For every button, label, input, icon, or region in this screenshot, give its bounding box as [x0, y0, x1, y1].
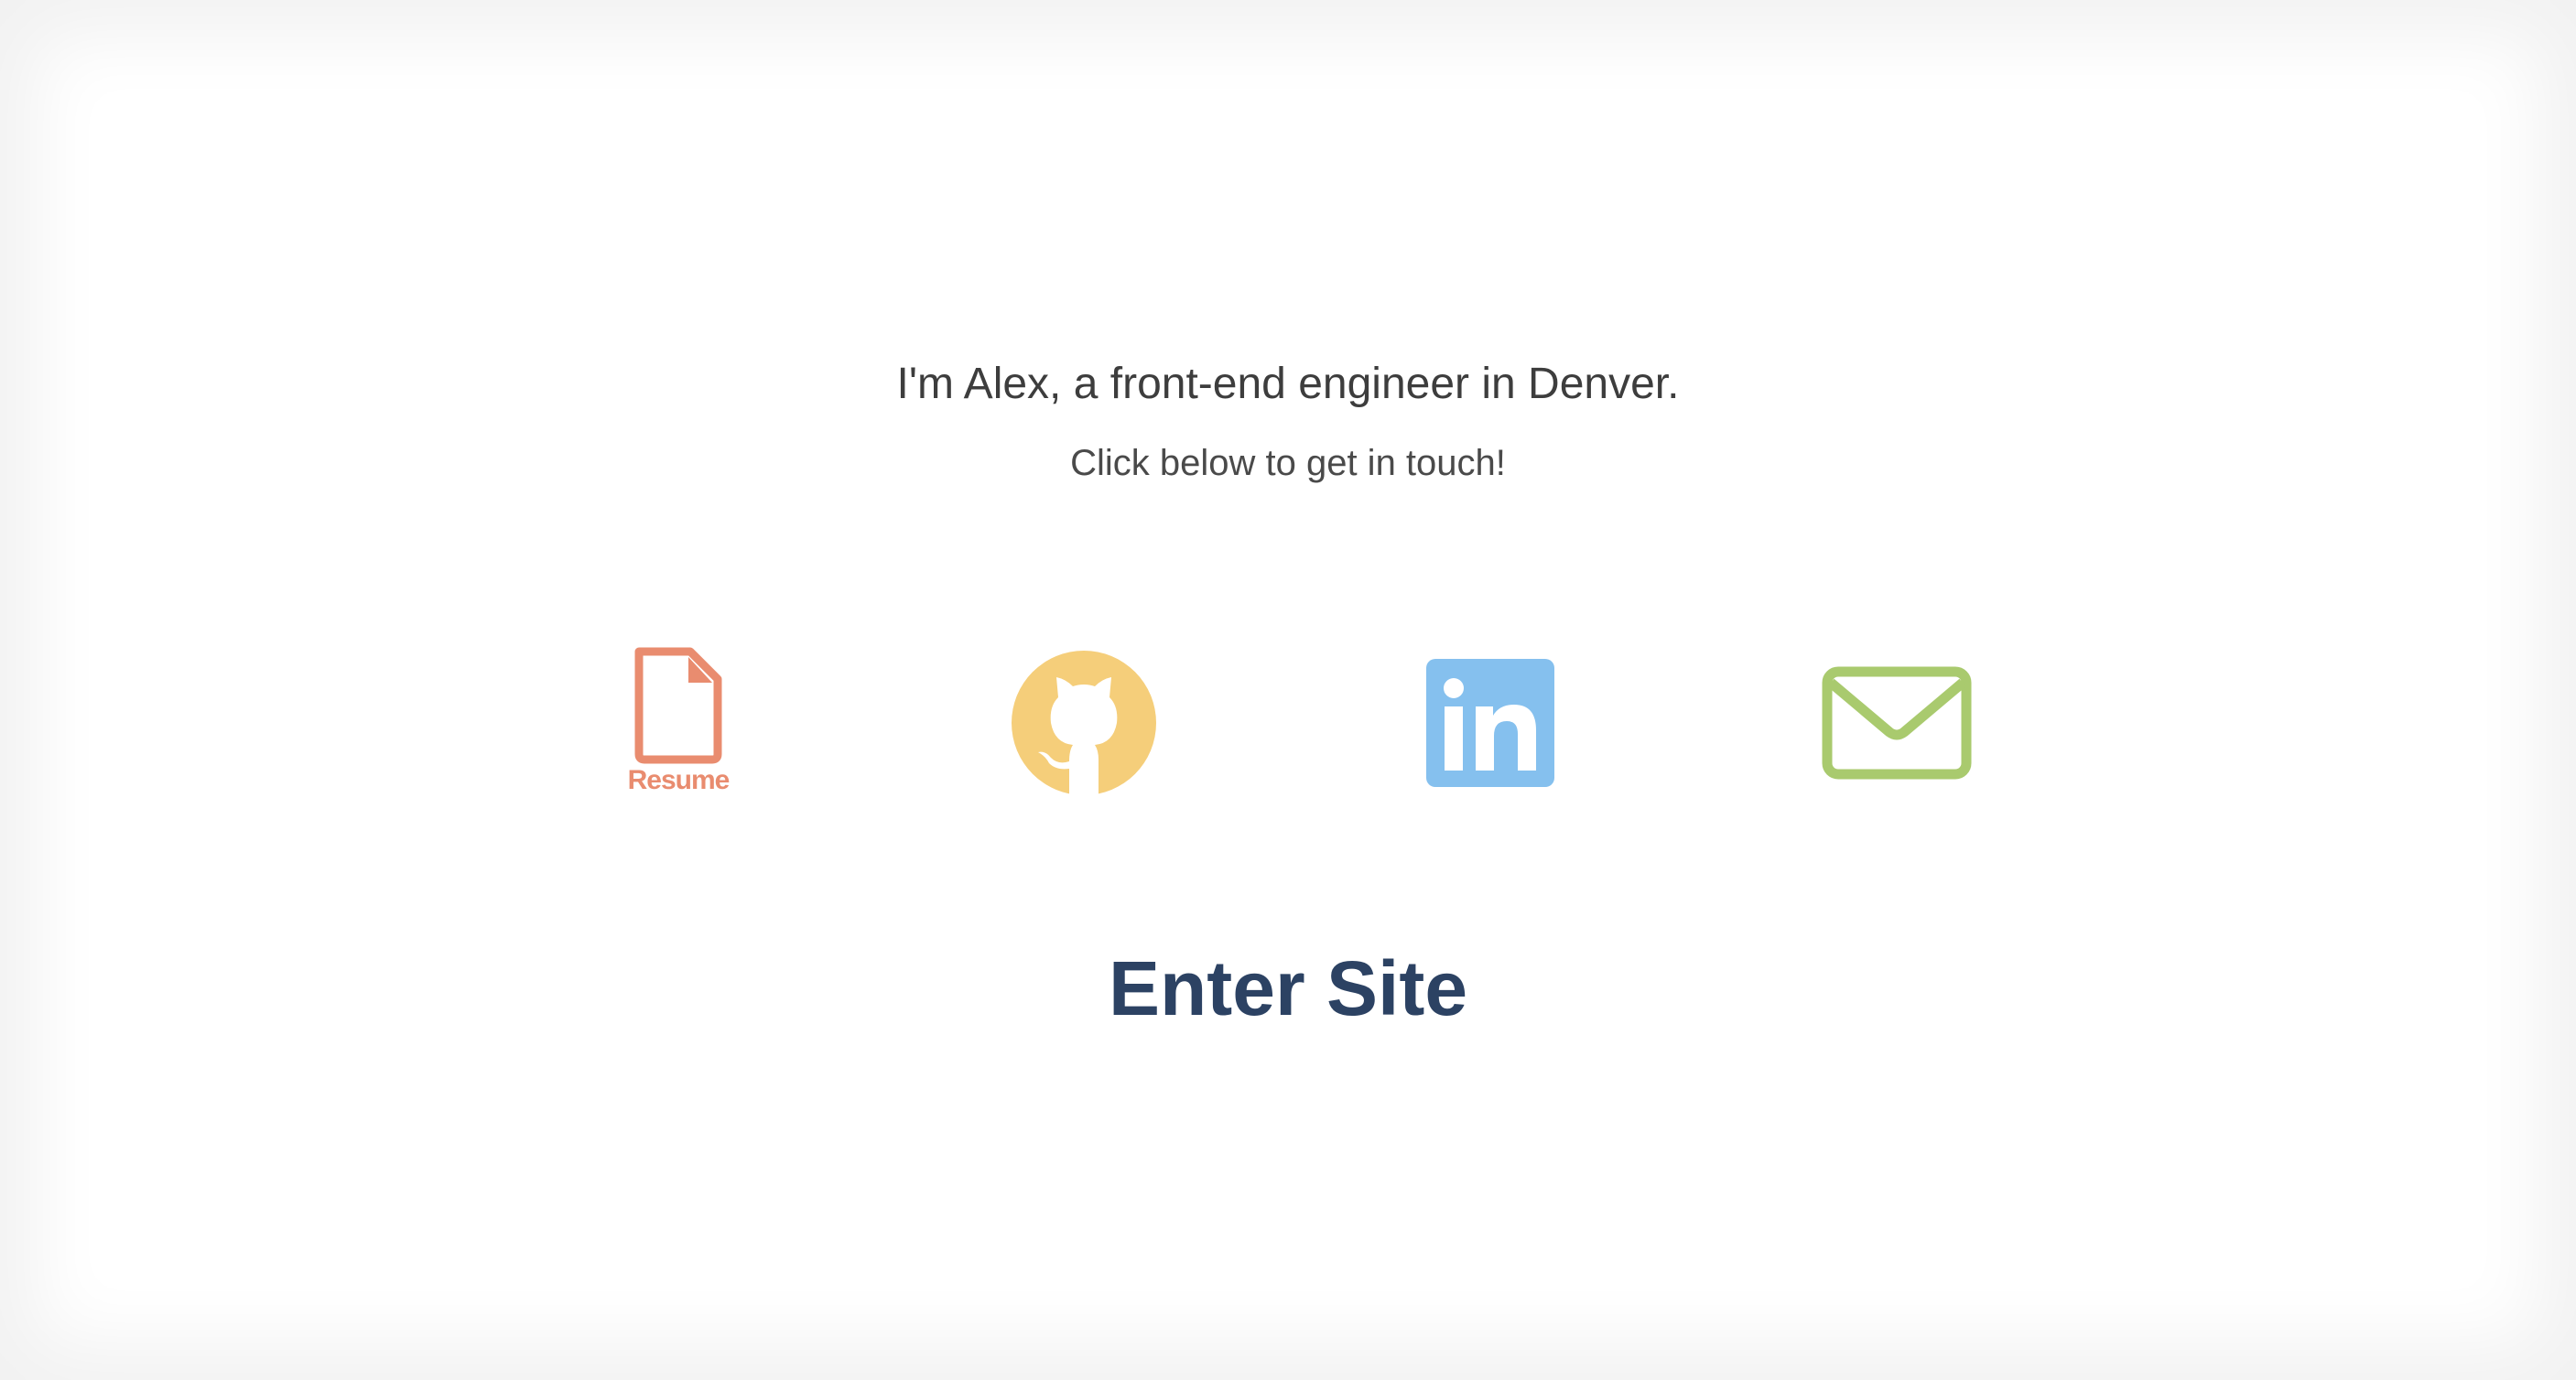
intro-headline: I'm Alex, a front-end engineer in Denver…: [896, 360, 1680, 408]
intro-subline: Click below to get in touch!: [1070, 443, 1506, 483]
linkedin-link[interactable]: [1424, 657, 1556, 789]
landing-page: I'm Alex, a front-end engineer in Denver…: [0, 0, 2576, 1380]
linkedin-icon: [1426, 659, 1554, 787]
email-link[interactable]: [1822, 666, 1972, 780]
envelope-icon: [1822, 666, 1972, 780]
resume-link[interactable]: Resume: [619, 646, 738, 800]
enter-site-button[interactable]: Enter Site: [0, 943, 2576, 1034]
resume-label: Resume: [627, 765, 731, 795]
github-octocat-icon: [1012, 651, 1156, 796]
github-link[interactable]: [1011, 650, 1157, 796]
document-icon: [634, 647, 722, 764]
